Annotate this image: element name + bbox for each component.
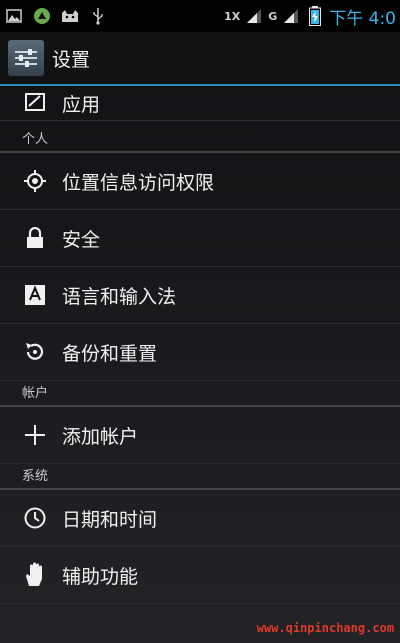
section-header-personal: 个人 — [0, 121, 400, 153]
settings-item-language[interactable]: 语言和输入法 — [0, 267, 400, 324]
android-cat-icon — [60, 6, 80, 26]
battery-charging-icon — [305, 6, 325, 26]
location-target-icon — [20, 166, 50, 196]
hand-icon — [20, 560, 50, 590]
settings-item-datetime[interactable]: 日期和时间 — [0, 490, 400, 547]
status-bar: 1X G 下午 4:0 — [0, 0, 400, 32]
apps-icon — [20, 88, 50, 118]
settings-item-label: 添加帐户 — [62, 425, 139, 448]
settings-screen: 1X G 下午 4:0 设置 应用 个人 位置信息访问权限 安全 语言和输入法 … — [0, 0, 400, 643]
notification-icons — [0, 6, 108, 26]
settings-item-add-account[interactable]: 添加帐户 — [0, 407, 400, 464]
signal-strength-icon — [244, 6, 264, 26]
signal-strength-2-icon — [281, 6, 301, 26]
settings-item-security[interactable]: 安全 — [0, 210, 400, 267]
network-1x-label: 1X — [224, 9, 241, 23]
action-bar: 设置 — [0, 32, 400, 86]
system-indicators: 1X G 下午 4:0 — [224, 4, 400, 29]
clock: 下午 4:0 — [329, 8, 396, 29]
plus-icon — [20, 420, 50, 450]
page-title: 设置 — [52, 48, 91, 71]
settings-item-label: 备份和重置 — [62, 342, 158, 365]
usb-icon — [88, 6, 108, 26]
section-header-system: 系统 — [0, 464, 400, 490]
settings-item-label: 语言和输入法 — [62, 285, 177, 308]
settings-sliders-icon[interactable] — [8, 40, 44, 76]
settings-item-label: 安全 — [62, 228, 101, 251]
settings-item-label: 辅助功能 — [62, 565, 139, 588]
settings-item-label: 日期和时间 — [62, 508, 158, 531]
network-g-label: G — [268, 9, 278, 23]
settings-item-backup[interactable]: 备份和重置 — [0, 324, 400, 381]
settings-item-location[interactable]: 位置信息访问权限 — [0, 153, 400, 210]
watermark: www.qinpinchang.com — [256, 621, 394, 635]
settings-item-accessibility[interactable]: 辅助功能 — [0, 547, 400, 604]
language-keyboard-icon — [20, 280, 50, 310]
section-header-accounts: 帐户 — [0, 381, 400, 407]
lock-icon — [20, 223, 50, 253]
settings-item-apps[interactable]: 应用 — [0, 86, 400, 121]
backup-restore-icon — [20, 337, 50, 367]
image-icon — [4, 6, 24, 26]
android-robot-icon — [32, 6, 52, 26]
settings-item-label: 位置信息访问权限 — [62, 171, 215, 194]
settings-list: 应用 个人 位置信息访问权限 安全 语言和输入法 备份和重置 帐户 添加帐户 系… — [0, 86, 400, 604]
clock-icon — [20, 503, 50, 533]
settings-item-label: 应用 — [62, 93, 101, 116]
